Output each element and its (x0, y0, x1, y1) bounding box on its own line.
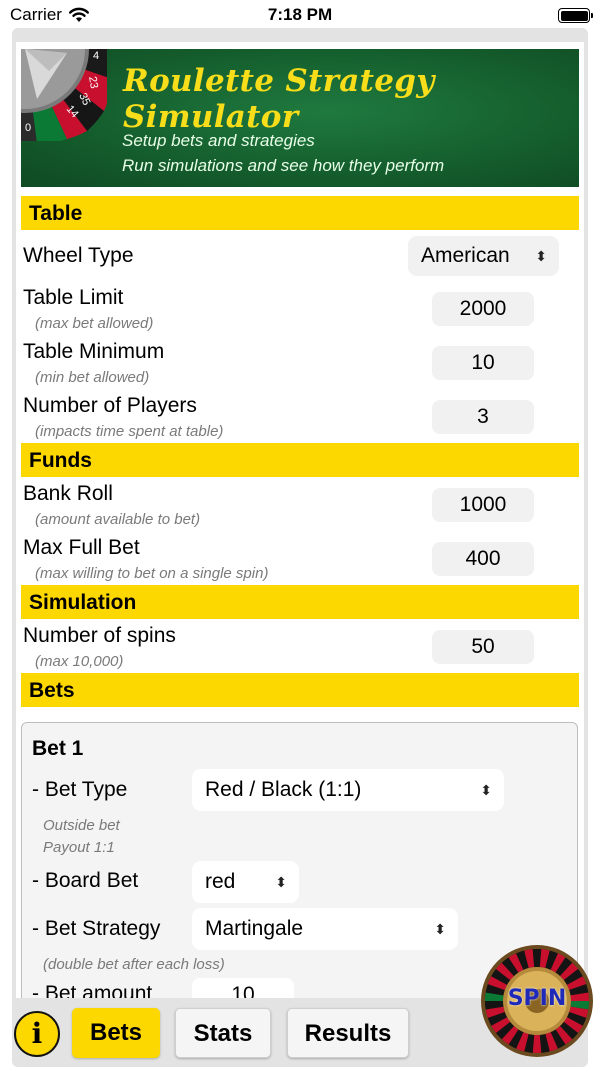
bet-strategy-value: Martingale (205, 917, 304, 940)
section-header-table: Table (21, 196, 579, 230)
table-minimum-field[interactable]: 10 (432, 346, 534, 380)
chevron-up-down-icon: ⬍ (535, 248, 547, 264)
chevron-up-down-icon: ⬍ (480, 782, 492, 798)
players-hint: (impacts time spent at table) (35, 423, 224, 440)
banner-subtitle: Setup bets and strategies (122, 131, 315, 150)
bet-strategy-note: (double bet after each loss) (43, 956, 225, 973)
bankroll-label: Bank Roll (23, 482, 113, 505)
wheel-type-value: American (421, 244, 510, 267)
tab-results[interactable]: Results (287, 1008, 409, 1058)
section-header-funds: Funds (21, 443, 579, 477)
wheel-number: 0 (25, 122, 31, 134)
board-bet-value: red (205, 870, 236, 893)
bet-type-label: - Bet Type (32, 778, 128, 801)
max-full-bet-label: Max Full Bet (23, 536, 140, 559)
info-icon: i (31, 1017, 43, 1050)
wheel-number: 23 (86, 75, 100, 89)
table-limit-field[interactable]: 2000 (432, 292, 534, 326)
max-full-bet-hint: (max willing to bet on a single spin) (35, 565, 269, 582)
bet-strategy-picker[interactable]: Martingale ⬍ (192, 908, 458, 950)
bet-amount-field[interactable]: 10 (192, 978, 294, 998)
bet-title: Bet 1 (32, 737, 84, 760)
info-button[interactable]: i (14, 1011, 60, 1057)
board-bet-label: - Board Bet (32, 869, 139, 892)
tab-stats[interactable]: Stats (175, 1008, 271, 1058)
bet-type-note: Payout 1:1 (43, 839, 115, 856)
spins-hint: (max 10,000) (35, 653, 124, 670)
section-header-bets: Bets (21, 673, 579, 707)
wheel-segment (532, 1034, 542, 1053)
banner: 4 23 35 14 0 Roulette Strategy Simulator… (21, 49, 579, 187)
bet-amount-label: - Bet amount (32, 982, 153, 998)
battery-icon (558, 8, 593, 23)
section-header-simulation: Simulation (21, 585, 579, 619)
wheel-type-label: Wheel Type (23, 244, 134, 267)
scroll-content[interactable]: 4 23 35 14 0 Roulette Strategy Simulator… (16, 42, 584, 998)
wheel-number: 4 (93, 50, 99, 62)
chevron-up-down-icon: ⬍ (434, 921, 446, 937)
players-label: Number of Players (23, 394, 197, 417)
roulette-wheel-icon: 4 23 35 14 0 (21, 49, 107, 141)
players-field[interactable]: 3 (432, 400, 534, 434)
clock: 7:18 PM (267, 5, 333, 24)
table-minimum-label: Table Minimum (23, 340, 165, 363)
table-minimum-hint: (min bet allowed) (35, 369, 150, 386)
table-limit-label: Table Limit (23, 286, 124, 309)
wheel-segment (532, 949, 542, 968)
bet-type-picker[interactable]: Red / Black (1:1) ⬍ (192, 769, 504, 811)
table-limit-hint: (max bet allowed) (35, 315, 154, 332)
spins-field[interactable]: 50 (432, 630, 534, 664)
chevron-up-down-icon: ⬍ (275, 874, 287, 890)
spin-label[interactable]: SPIN (480, 986, 594, 1011)
bet-type-value: Red / Black (1:1) (205, 778, 362, 801)
wheel-type-picker[interactable]: American ⬍ (408, 236, 559, 276)
board-bet-picker[interactable]: red ⬍ (192, 861, 299, 903)
banner-subtitle: Run simulations and see how they perform (122, 156, 445, 175)
max-full-bet-field[interactable]: 400 (432, 542, 534, 576)
bankroll-hint: (amount available to bet) (35, 511, 201, 528)
tab-bets[interactable]: Bets (72, 1008, 160, 1058)
bankroll-field[interactable]: 1000 (432, 488, 534, 522)
bet-strategy-label: - Bet Strategy (32, 917, 161, 940)
spins-label: Number of spins (23, 624, 176, 647)
bet-type-note: Outside bet (43, 817, 120, 834)
app-title: Roulette Strategy Simulator (123, 63, 435, 135)
